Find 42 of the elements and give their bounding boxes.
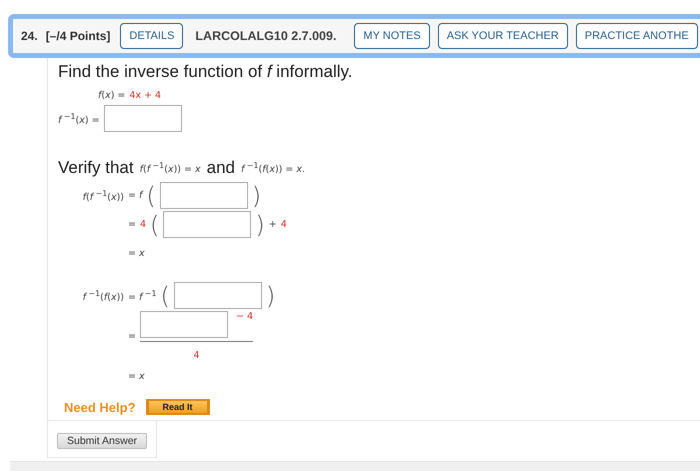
equation-left-side: f $^{−1}$(f(x))	[82, 288, 124, 303]
read-it-button[interactable]: Read It	[146, 399, 210, 415]
parenthesis: )	[255, 212, 265, 236]
given-value: − 4	[236, 311, 253, 322]
header-button[interactable]: DETAILS	[120, 23, 184, 49]
parenthesis: (	[146, 184, 156, 208]
math-expression: = x	[128, 248, 145, 258]
submit-answer-button[interactable]: Submit Answer	[57, 433, 148, 449]
need-help-label: Need Help?	[64, 400, 136, 414]
parenthesis: (	[160, 284, 170, 308]
equation-left-side: f(f $^{−1}$(x))	[82, 188, 124, 203]
math-expression: f $^{−1}$(f(x)) = x.	[240, 160, 306, 176]
given-value: 4	[140, 219, 146, 230]
given-value: 4x + 4	[129, 90, 162, 101]
instruction-text: Verify that	[58, 158, 134, 178]
question-number: 24.	[21, 29, 38, 43]
math-expression: f(f $^{−1}$(x)) = x	[140, 160, 201, 176]
given-value: 4	[193, 350, 200, 361]
math-expression: f(x) =	[98, 90, 126, 101]
header-button[interactable]: MY NOTES	[354, 23, 430, 49]
answer-field[interactable]	[160, 182, 248, 209]
answer-field[interactable]	[174, 282, 262, 309]
question-text: Find the inverse function of f informally.	[58, 62, 354, 82]
math-expression: = f	[128, 190, 142, 201]
math-expression: =	[128, 219, 136, 230]
problem-code: LARCOLALG10 2.7.009.	[195, 29, 336, 43]
answer-field[interactable]	[140, 311, 228, 338]
parenthesis: )	[252, 184, 262, 208]
header-button[interactable]: PRACTICE ANOTHE	[576, 23, 698, 49]
math-expression: =	[128, 330, 136, 342]
answer-field[interactable]	[104, 105, 182, 132]
parenthesis: (	[150, 212, 160, 236]
points-label: [–/4 Points]	[46, 29, 110, 43]
given-value: 4	[280, 219, 287, 230]
math-expression: = f $^{−1}$	[128, 288, 157, 303]
math-expression: f $^{−1}$(x) =	[58, 111, 100, 126]
answer-field[interactable]	[163, 211, 252, 238]
math-expression: = x	[128, 370, 145, 382]
parenthesis: )	[266, 284, 276, 308]
header-button[interactable]: ASK YOUR TEACHER	[438, 23, 568, 49]
instruction-text: and	[206, 158, 235, 178]
math-expression: +	[268, 219, 277, 230]
